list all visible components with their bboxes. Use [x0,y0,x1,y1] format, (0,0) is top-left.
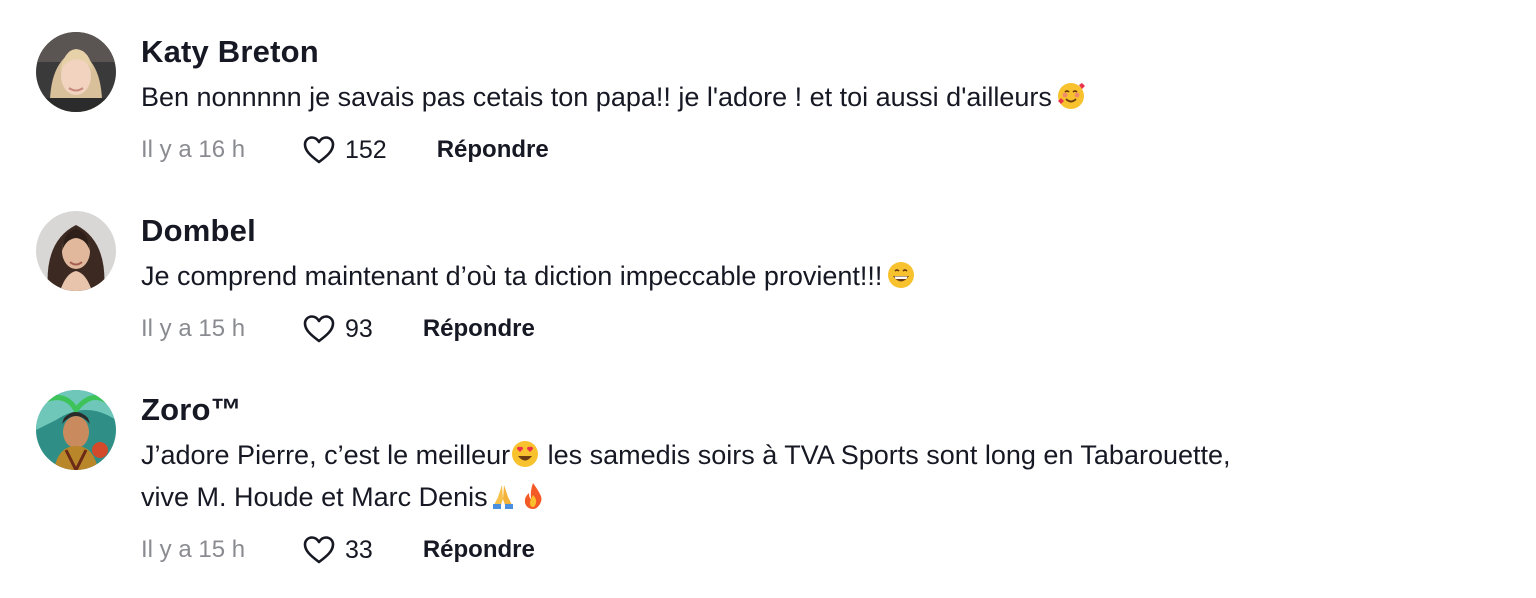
smiling-face-with-hearts-icon [1056,81,1086,111]
grinning-face-icon [886,260,916,290]
like-button[interactable]: 33 [301,532,373,568]
comment-text-content: Ben nonnnnn je savais pas cetais ton pap… [141,82,1052,112]
comment-text: Ben nonnnnn je savais pas cetais ton pap… [141,76,1496,118]
avatar-blonde-woman-icon [36,32,116,112]
comment-time: Il y a 15 h [141,315,246,342]
avatar[interactable] [36,32,116,112]
heart-eyes-icon [510,439,540,469]
reply-button[interactable]: Répondre [437,136,549,164]
avatar[interactable] [36,211,116,291]
heart-icon [303,136,335,164]
comment-text-content: Je comprend maintenant d’où ta diction i… [141,261,883,291]
comment-actions: Il y a 15 h 33 Répondre [141,530,1496,570]
like-count: 93 [345,314,373,343]
like-count: 33 [345,535,373,564]
reply-button[interactable]: Répondre [423,536,535,564]
comment-text-content: les samedis soirs à TVA Sports sont long… [540,440,1231,470]
like-count: 152 [345,135,387,164]
comment-text-content: J’adore Pierre, c’est le meilleur [141,440,511,470]
username[interactable]: Dombel [141,211,1496,251]
fire-icon [518,481,548,511]
comment-text: Je comprend maintenant d’où ta diction i… [141,255,1496,297]
avatar[interactable] [36,390,116,470]
heart-icon [303,536,335,564]
comment-time: Il y a 16 h [141,136,246,163]
avatar-brunette-woman-icon [36,211,116,291]
comment-actions: Il y a 15 h 93 Répondre [141,309,1496,349]
username[interactable]: Zoro™ [141,390,1496,430]
comment-text: J’adore Pierre, c’est le meilleur les sa… [141,434,1496,518]
comment-actions: Il y a 16 h 152 Répondre [141,130,1496,170]
comment-text-content: vive M. Houde et Marc Denis [141,482,488,512]
like-button[interactable]: 152 [301,132,387,168]
reply-button[interactable]: Répondre [423,315,535,343]
comment-time: Il y a 15 h [141,536,246,563]
heart-icon [303,315,335,343]
username[interactable]: Katy Breton [141,32,1496,72]
avatar-anime-character-icon [36,390,116,470]
like-button[interactable]: 93 [301,311,373,347]
folded-hands-icon [488,481,518,511]
